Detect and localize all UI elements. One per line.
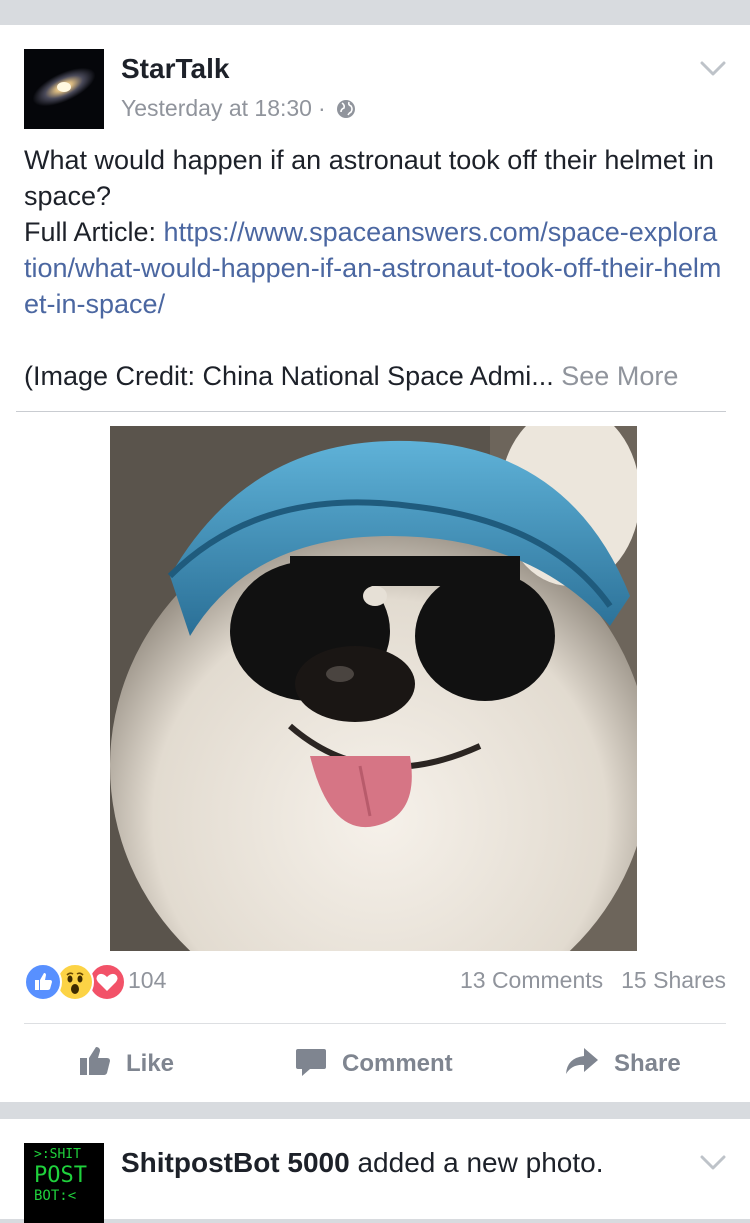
startalk-avatar[interactable] <box>24 49 104 129</box>
text-photo-divider <box>16 411 726 412</box>
post-body: What would happen if an astronaut took o… <box>24 142 724 394</box>
comment-bubble-icon <box>294 1044 328 1085</box>
avatar-text-line-1: >:SHIT <box>34 1147 81 1162</box>
like-button[interactable]: Like <box>78 1035 174 1093</box>
shares-count[interactable]: 15 Shares <box>621 967 726 993</box>
post-action-text: added a new photo. <box>349 1147 604 1178</box>
reaction-count[interactable]: 104 <box>128 967 166 994</box>
meta-separator: · <box>317 95 326 121</box>
comments-count[interactable]: 13 Comments <box>460 967 603 993</box>
actions-divider <box>24 1023 726 1024</box>
like-label: Like <box>126 1050 175 1077</box>
image-credit-text: (Image Credit: China National Space Admi… <box>24 361 554 391</box>
comment-label: Comment <box>342 1050 453 1077</box>
share-label: Share <box>614 1050 681 1077</box>
feed-post-shitpostbot: >:SHIT POST BOT:< ShitpostBot 5000 added… <box>0 1119 750 1223</box>
shitpostbot-avatar[interactable]: >:SHIT POST BOT:< <box>24 1143 104 1223</box>
post-meta: Yesterday at 18:30 · <box>121 95 356 125</box>
share-button[interactable]: Share <box>564 1035 681 1093</box>
post-options-chevron-icon[interactable] <box>700 1154 726 1172</box>
post-options-chevron-icon[interactable] <box>700 60 726 78</box>
avatar-text-line-3: BOT:< <box>34 1188 77 1204</box>
post-actions: Like Comment Share <box>0 1035 750 1093</box>
thumbs-up-icon <box>78 1044 112 1085</box>
article-label: Full Article: <box>24 217 164 247</box>
image-credit-line: (Image Credit: China National Space Admi… <box>24 358 724 394</box>
see-more-link[interactable]: See More <box>561 361 678 391</box>
avatar-text-line-2: POST <box>34 1163 87 1188</box>
post-text-line: What would happen if an astronaut took o… <box>24 145 714 211</box>
post-photo[interactable] <box>110 426 637 951</box>
feed-post-startalk: StarTalk Yesterday at 18:30 · What would … <box>0 25 750 1102</box>
full-article-line: Full Article: https://www.spaceanswers.c… <box>24 214 724 322</box>
post-author[interactable]: StarTalk <box>121 53 229 85</box>
comment-button[interactable]: Comment <box>294 1035 453 1093</box>
engagement-counts: 13 Comments 15 Shares <box>460 967 726 994</box>
post-author[interactable]: ShitpostBot 5000 <box>121 1147 350 1178</box>
globe-icon <box>336 98 356 125</box>
post-timestamp[interactable]: Yesterday at 18:30 <box>121 95 312 121</box>
like-reaction-icon <box>24 963 62 1001</box>
post-header-line: ShitpostBot 5000 added a new photo. <box>121 1147 603 1179</box>
share-arrow-icon <box>564 1044 600 1085</box>
reactions-bar: 104 13 Comments 15 Shares <box>24 963 726 1001</box>
